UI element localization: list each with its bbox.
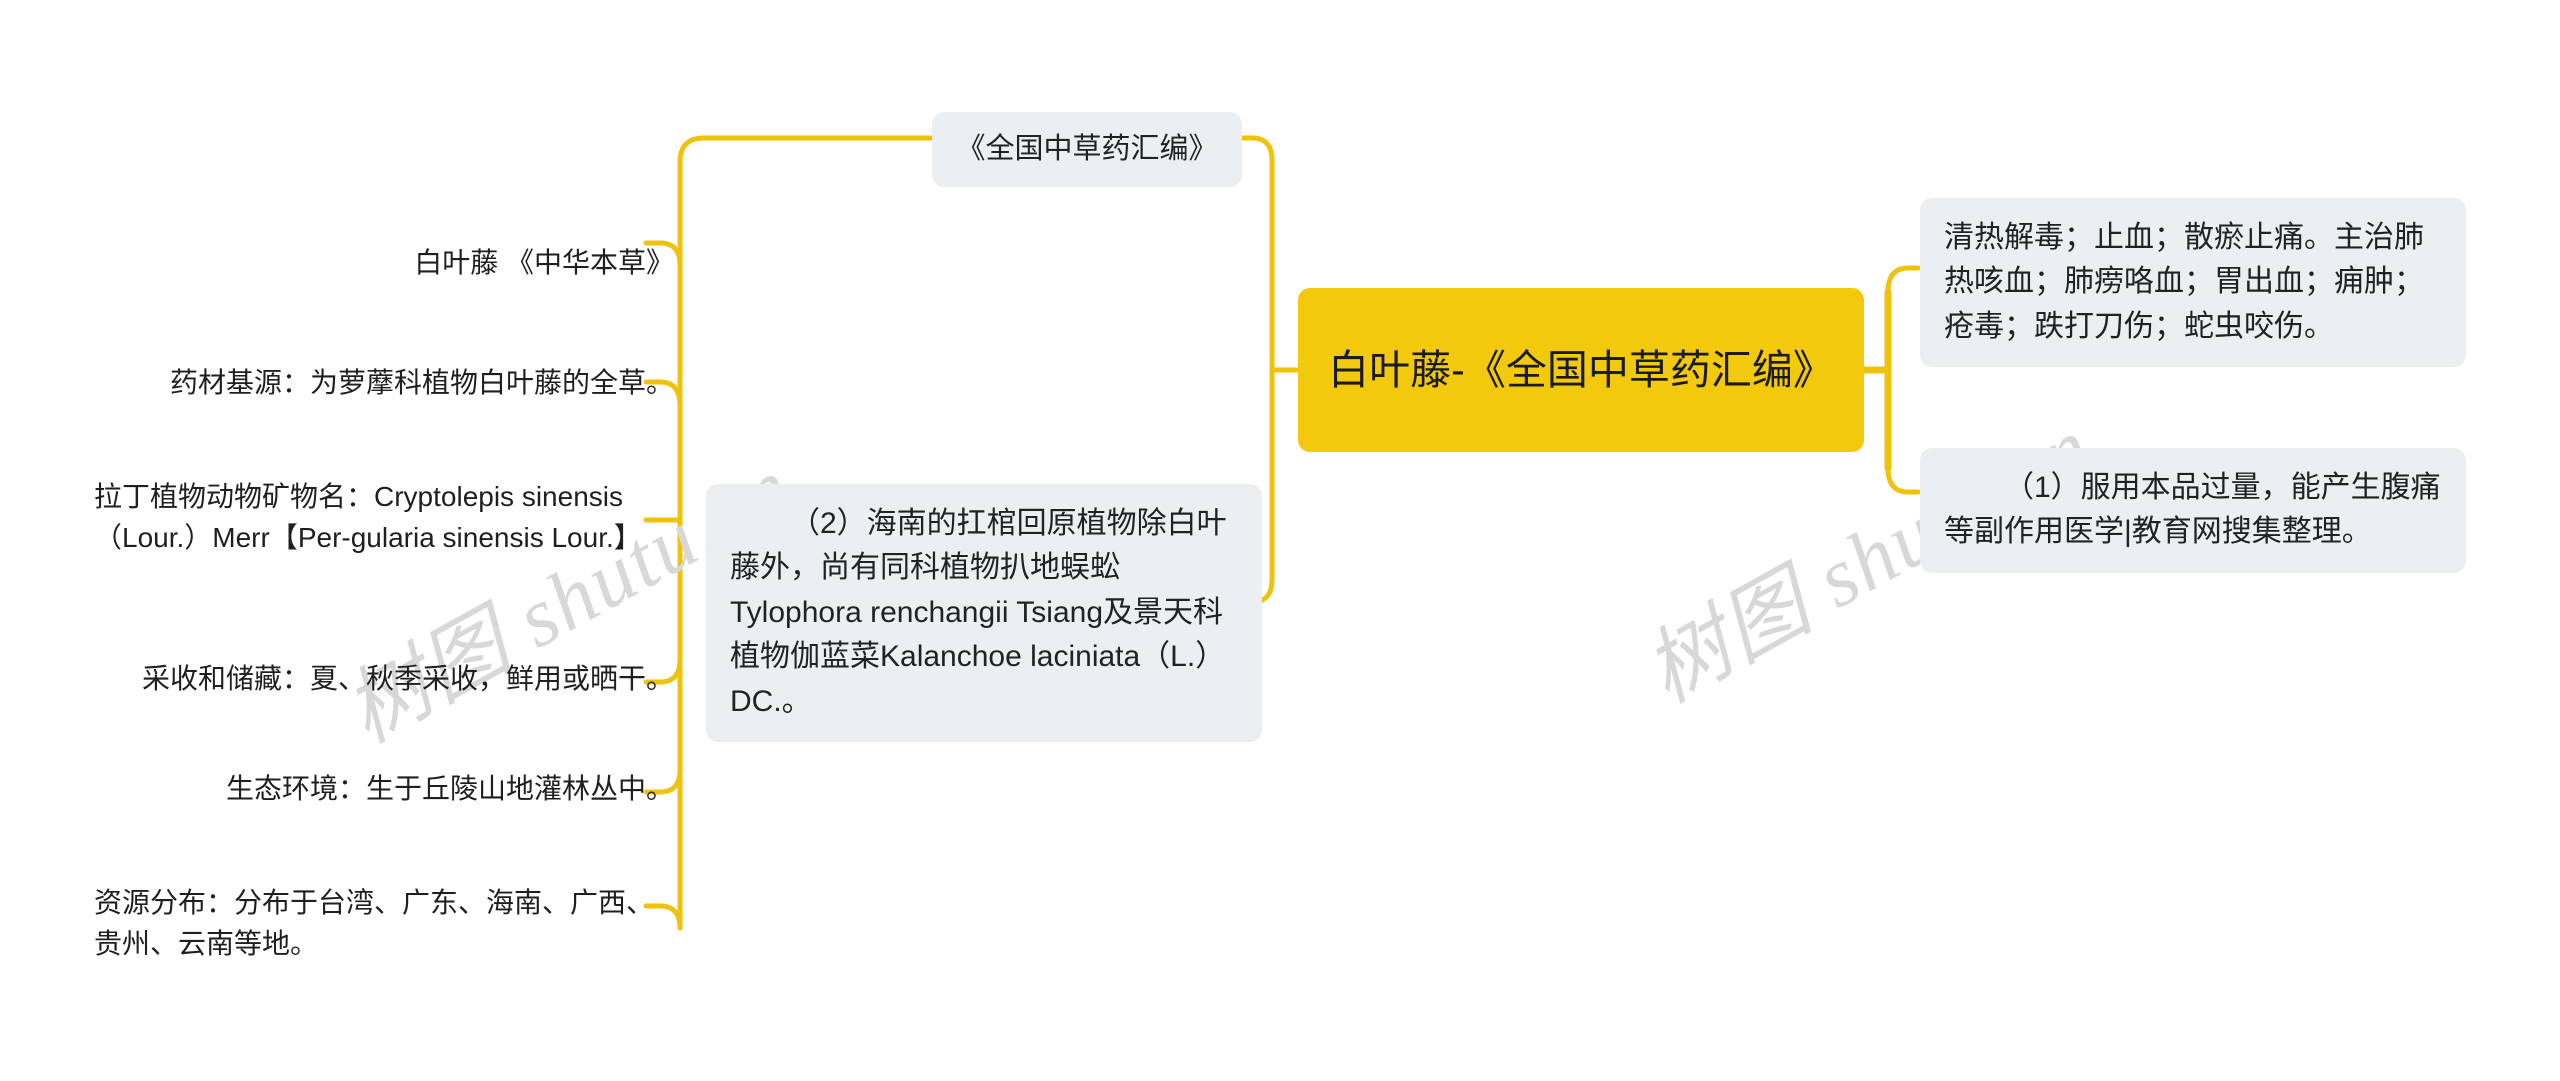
node-ecology[interactable]: 生态环境：生于丘陵山地灌林丛中。 xyxy=(178,764,680,813)
link-leafspine-bridge xyxy=(677,135,915,268)
node-distribution[interactable]: 资源分布：分布于台湾、广东、海南、广西、贵州、云南等地。 xyxy=(88,878,680,969)
node-ecology-label: 生态环境：生于丘陵山地灌林丛中。 xyxy=(225,773,674,804)
node-note-2[interactable]: （2）海南的扛棺回原植物除白叶藤外，尚有同科植物扒地蜈蚣Tylophora re… xyxy=(706,484,1262,742)
node-functions-indications-label: 清热解毒；止血；散瘀止痛。主治肺热咳血；肺痨咯血；胃出血；痈肿；疮毒；跌打刀伤；… xyxy=(1944,221,2424,343)
node-note-1[interactable]: （1）服用本品过量，能产生腹痛等副作用医学|教育网搜集整理。 xyxy=(1920,448,2466,573)
node-note-2-label: （2）海南的扛棺回原植物除白叶藤外，尚有同科植物扒地蜈蚣Tylophora re… xyxy=(730,507,1227,718)
root-node[interactable]: 白叶藤-《全国中草药汇编》 xyxy=(1298,288,1864,452)
node-harvest-storage-label: 采收和储藏：夏、秋季采收，鲜用或晒干。 xyxy=(141,663,674,694)
link-left-to-source-book xyxy=(1239,135,1275,163)
node-source-book[interactable]: 《全国中草药汇编》 xyxy=(932,112,1242,187)
link-right-to-functions xyxy=(1885,265,1921,295)
root-node-label: 白叶藤-《全国中草药汇编》 xyxy=(1328,346,1834,393)
node-distribution-label: 资源分布：分布于台湾、广东、海南、广西、贵州、云南等地。 xyxy=(94,887,655,960)
node-functions-indications[interactable]: 清热解毒；止血；散瘀止痛。主治肺热咳血；肺痨咯血；胃出血；痈肿；疮毒；跌打刀伤；… xyxy=(1920,198,2466,368)
node-source-book-label: 《全国中草药汇编》 xyxy=(956,133,1218,165)
node-material-origin[interactable]: 药材基源：为萝藦科植物白叶藤的全草。 xyxy=(130,358,680,407)
node-material-origin-label: 药材基源：为萝藦科植物白叶藤的全草。 xyxy=(169,367,674,398)
node-alias-source-label: 白叶藤 《中华本草》 xyxy=(414,247,674,278)
node-harvest-storage[interactable]: 采收和储藏：夏、秋季采收，鲜用或晒干。 xyxy=(118,654,680,703)
node-latin-name-label: 拉丁植物动物矿物名：Cryptolepis sinensis（Lour.）Mer… xyxy=(94,481,642,554)
node-latin-name[interactable]: 拉丁植物动物矿物名：Cryptolepis sinensis（Lour.）Mer… xyxy=(88,472,680,563)
node-alias-source[interactable]: 白叶藤 《中华本草》 xyxy=(248,238,680,287)
node-note-1-label: （1）服用本品过量，能产生腹痛等副作用医学|教育网搜集整理。 xyxy=(1944,471,2441,549)
mindmap-canvas: 树图 shutu.cn 树图 shutu.cn 白叶藤-《全国中草药汇编》 《全… xyxy=(0,0,2560,1081)
